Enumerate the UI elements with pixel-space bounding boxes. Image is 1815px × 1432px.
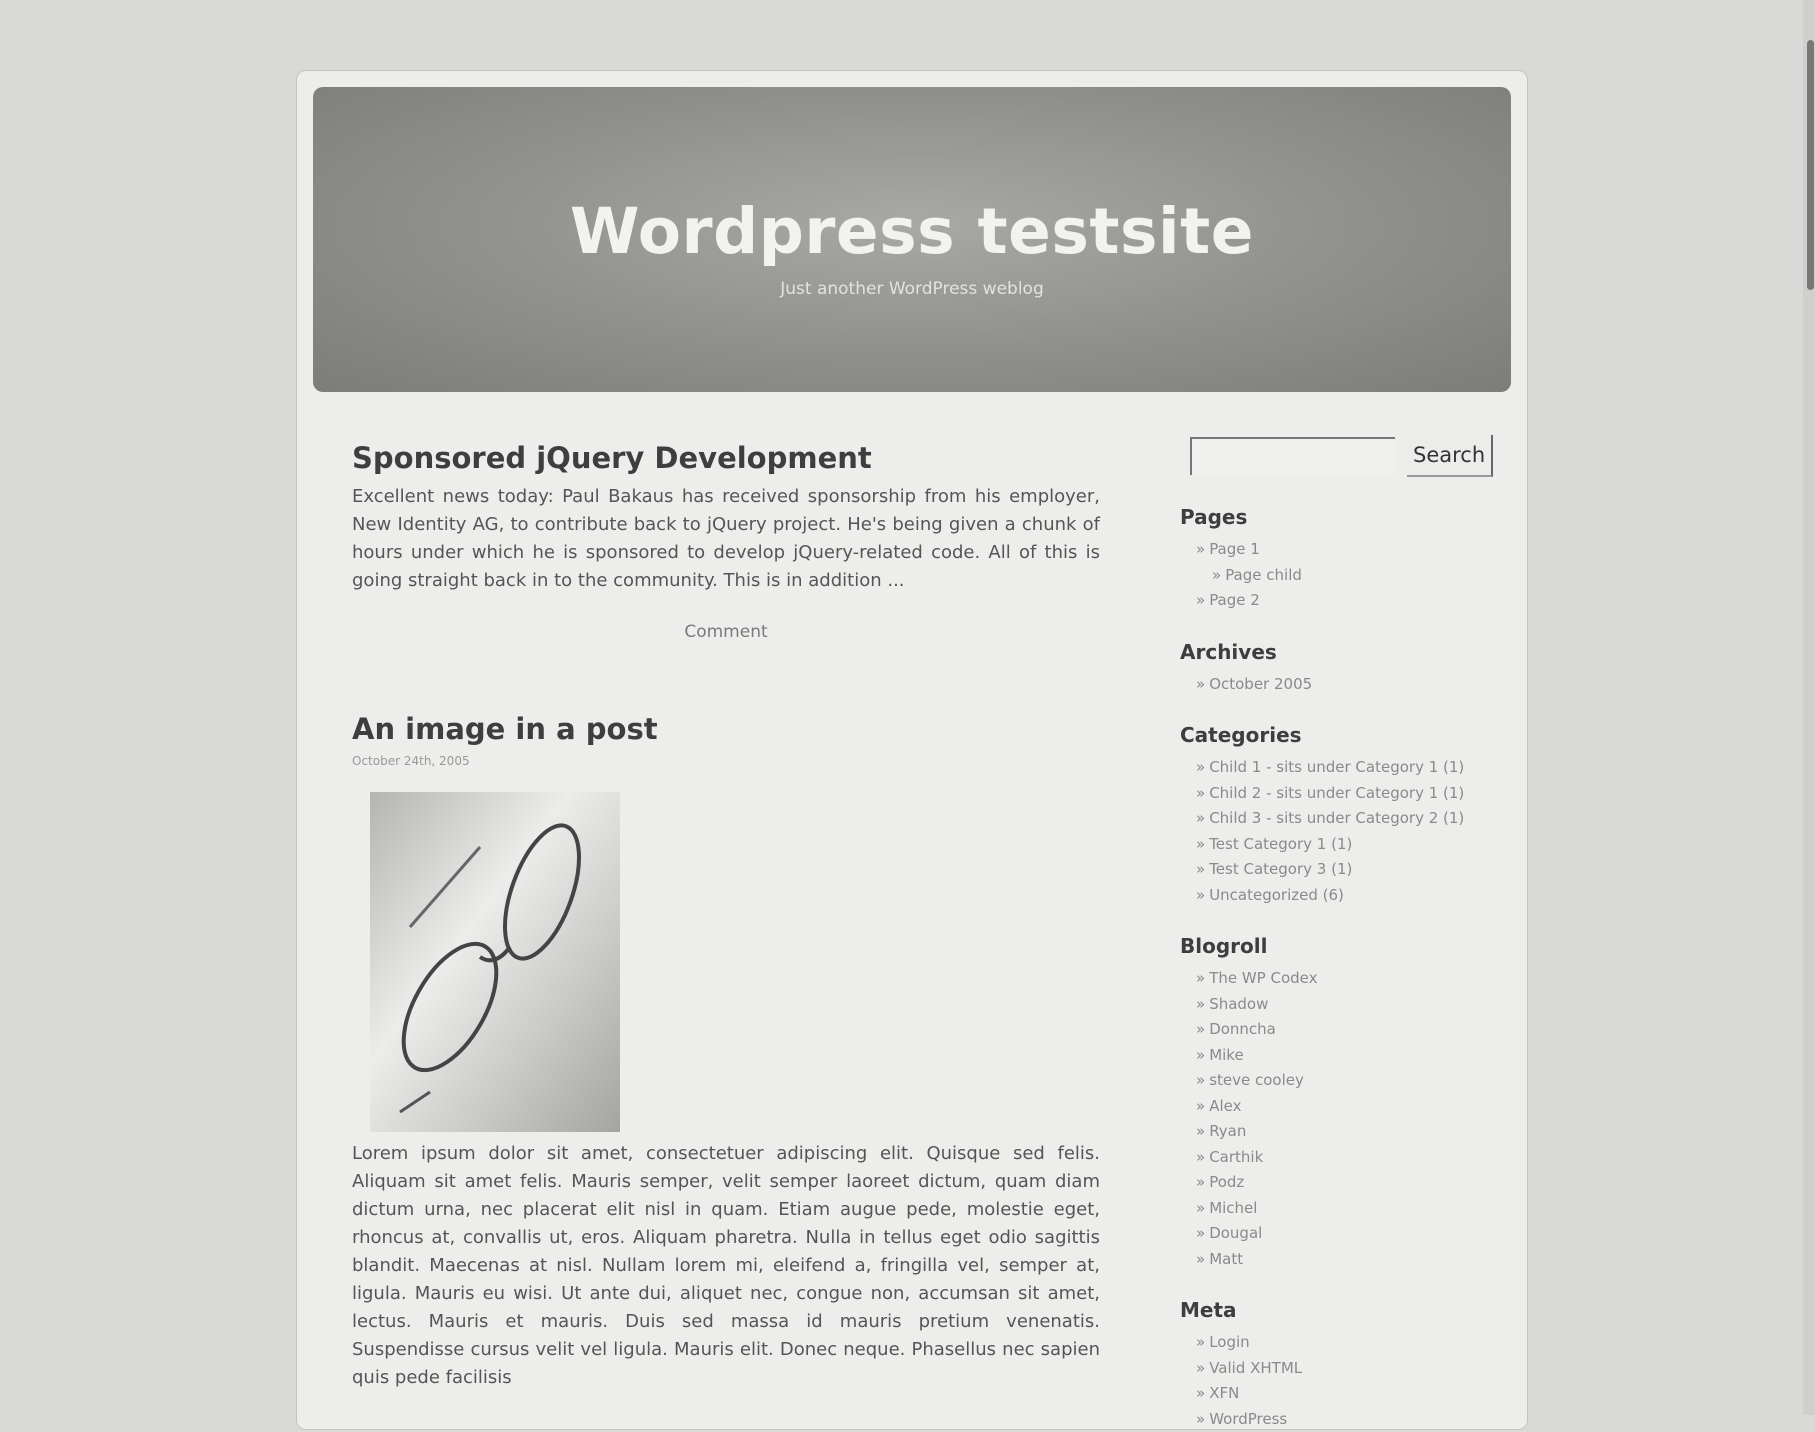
search-form: Search — [1180, 431, 1480, 479]
widget-title-meta: Meta — [1180, 1298, 1480, 1322]
blogroll-list: »The WP Codex »Shadow »Donncha »Mike »st… — [1180, 966, 1480, 1272]
blogroll-link[interactable]: »Matt — [1196, 1247, 1480, 1273]
sidebar: Search Pages »Page 1 »Page child »Page 2… — [1180, 431, 1480, 1432]
post-date: October 24th, 2005 — [352, 754, 1100, 768]
post-image-wrap — [352, 792, 622, 1137]
meta-list: »Login »Valid XHTML »XFN »WordPress — [1180, 1330, 1480, 1432]
category-link[interactable]: »Child 1 - sits under Category 1 (1) — [1196, 755, 1480, 781]
category-link[interactable]: »Test Category 3 (1) — [1196, 857, 1480, 883]
site-description: Just another WordPress weblog — [313, 279, 1511, 299]
archive-link[interactable]: »October 2005 — [1196, 672, 1480, 698]
blogroll-link[interactable]: »Ryan — [1196, 1119, 1480, 1145]
blogroll-link[interactable]: »steve cooley — [1196, 1068, 1480, 1094]
blogroll-link[interactable]: »The WP Codex — [1196, 966, 1480, 992]
widget-title-categories: Categories — [1180, 723, 1480, 747]
widget-title-blogroll: Blogroll — [1180, 934, 1480, 958]
post-title-link[interactable]: Sponsored jQuery Development — [352, 441, 1100, 475]
archives-list: »October 2005 — [1180, 672, 1480, 698]
blogroll-link[interactable]: »Shadow — [1196, 992, 1480, 1018]
search-button[interactable]: Search — [1407, 435, 1493, 477]
glasses-image — [370, 792, 620, 1132]
widget-title-archives: Archives — [1180, 640, 1480, 664]
post: Sponsored jQuery Development Excellent n… — [352, 441, 1100, 642]
main-content: Sponsored jQuery Development Excellent n… — [352, 441, 1100, 1410]
blogroll-link[interactable]: »Podz — [1196, 1170, 1480, 1196]
page-link[interactable]: »Page 2 — [1196, 588, 1480, 614]
comment-link[interactable]: Comment — [352, 622, 1100, 642]
category-link[interactable]: »Uncategorized (6) — [1196, 883, 1480, 909]
meta-link[interactable]: »Login — [1196, 1330, 1480, 1356]
site-header: Wordpress testsite Just another WordPres… — [313, 87, 1511, 392]
post: An image in a post October 24th, 2005 — [352, 712, 1100, 1410]
page-link[interactable]: »Page child — [1196, 563, 1480, 589]
page-link[interactable]: »Page 1 — [1196, 537, 1480, 563]
category-link[interactable]: »Test Category 1 (1) — [1196, 832, 1480, 858]
widget-title-pages: Pages — [1180, 505, 1480, 529]
meta-link[interactable]: »WordPress — [1196, 1407, 1480, 1432]
scrollbar-thumb[interactable] — [1807, 40, 1814, 290]
blogroll-link[interactable]: »Donncha — [1196, 1017, 1480, 1043]
page-container: Wordpress testsite Just another WordPres… — [296, 70, 1528, 1430]
blogroll-link[interactable]: »Mike — [1196, 1043, 1480, 1069]
site-title[interactable]: Wordpress testsite — [313, 195, 1511, 268]
meta-link[interactable]: »XFN — [1196, 1381, 1480, 1407]
post-title-link[interactable]: An image in a post — [352, 712, 1100, 746]
pages-list: »Page 1 »Page child »Page 2 — [1180, 537, 1480, 614]
categories-list: »Child 1 - sits under Category 1 (1) »Ch… — [1180, 755, 1480, 908]
blogroll-link[interactable]: »Michel — [1196, 1196, 1480, 1222]
meta-link[interactable]: »Valid XHTML — [1196, 1356, 1480, 1382]
category-link[interactable]: »Child 3 - sits under Category 2 (1) — [1196, 806, 1480, 832]
search-input[interactable] — [1190, 437, 1395, 475]
blogroll-link[interactable]: »Alex — [1196, 1094, 1480, 1120]
blogroll-link[interactable]: »Dougal — [1196, 1221, 1480, 1247]
category-link[interactable]: »Child 2 - sits under Category 1 (1) — [1196, 781, 1480, 807]
post-excerpt: Excellent news today: Paul Bakaus has re… — [352, 483, 1100, 595]
blogroll-link[interactable]: »Carthik — [1196, 1145, 1480, 1171]
